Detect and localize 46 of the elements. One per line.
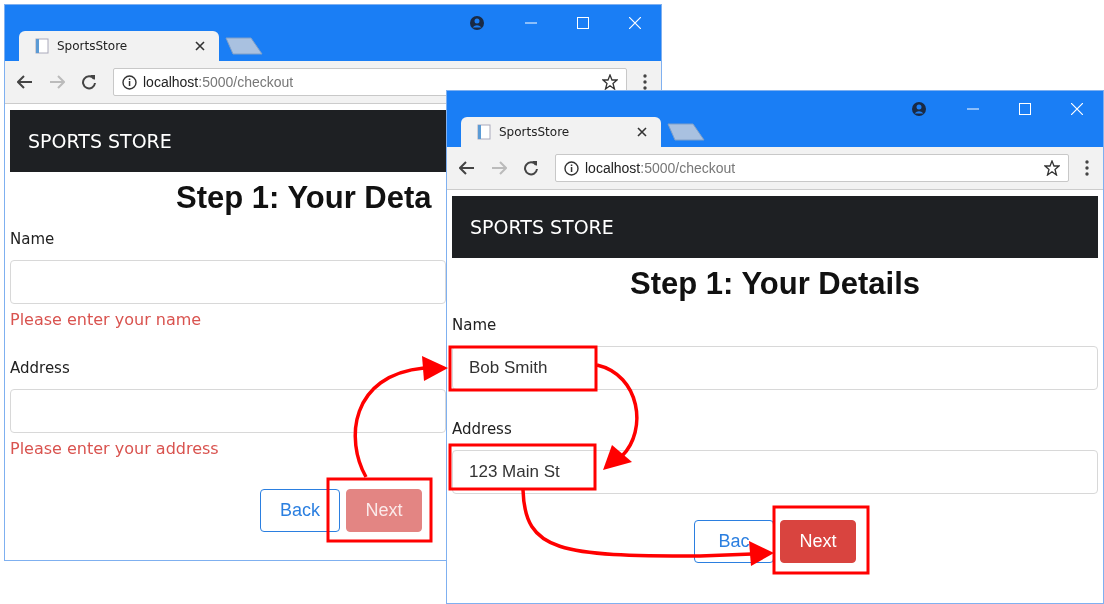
page-icon [35, 38, 49, 54]
validation-message: Please enter your name [10, 310, 203, 329]
url-path: :5000/checkout [640, 160, 736, 176]
page-icon [477, 124, 491, 140]
input-field[interactable]: 123 Main St [452, 450, 1098, 494]
browser-tab[interactable]: SportsStore [461, 117, 661, 147]
close-icon[interactable] [195, 41, 205, 51]
field-label: Name [452, 316, 498, 334]
address-bar[interactable]: localhost:5000/checkout [555, 154, 1069, 182]
new-tab-icon[interactable] [667, 123, 705, 141]
close-icon[interactable] [637, 127, 647, 137]
profile-icon[interactable] [469, 15, 485, 31]
url-path: :5000/checkout [198, 74, 294, 90]
url-host: localhost [143, 74, 199, 90]
next-button[interactable]: Next [780, 520, 856, 563]
field-label: Name [10, 230, 56, 248]
brand-title: SPORTS STORE [28, 130, 172, 152]
maximize-icon[interactable] [1019, 103, 1031, 115]
menu-icon[interactable] [1085, 160, 1089, 176]
star-icon[interactable] [602, 74, 618, 90]
back-button[interactable]: Back [260, 489, 340, 532]
info-icon [564, 160, 579, 176]
address-bar[interactable]: localhost:5000/checkout [113, 68, 627, 96]
input-field[interactable] [10, 260, 446, 304]
validation-message: Please enter your address [10, 439, 220, 458]
back-arrow-icon[interactable] [17, 75, 33, 89]
field-label: Address [10, 359, 71, 377]
tab-title: SportsStore [499, 125, 571, 139]
field-label: Address [452, 420, 513, 438]
reload-icon[interactable] [81, 74, 97, 90]
new-tab-icon[interactable] [225, 37, 263, 55]
browser-tab[interactable]: SportsStore [19, 31, 219, 61]
page-heading: Step 1: Your Deta [175, 180, 433, 216]
info-icon [122, 74, 137, 90]
profile-icon[interactable] [911, 101, 927, 117]
star-icon[interactable] [1044, 160, 1060, 176]
page-heading: Step 1: Your Details [629, 266, 921, 302]
reload-icon[interactable] [523, 160, 539, 176]
input-field[interactable] [10, 389, 446, 433]
input-field[interactable]: Bob Smith [452, 346, 1098, 390]
maximize-icon[interactable] [577, 17, 589, 29]
url-host: localhost [585, 160, 641, 176]
menu-icon[interactable] [643, 74, 647, 90]
brand-title: SPORTS STORE [470, 216, 614, 238]
tab-title: SportsStore [57, 39, 129, 53]
back-arrow-icon[interactable] [459, 161, 475, 175]
